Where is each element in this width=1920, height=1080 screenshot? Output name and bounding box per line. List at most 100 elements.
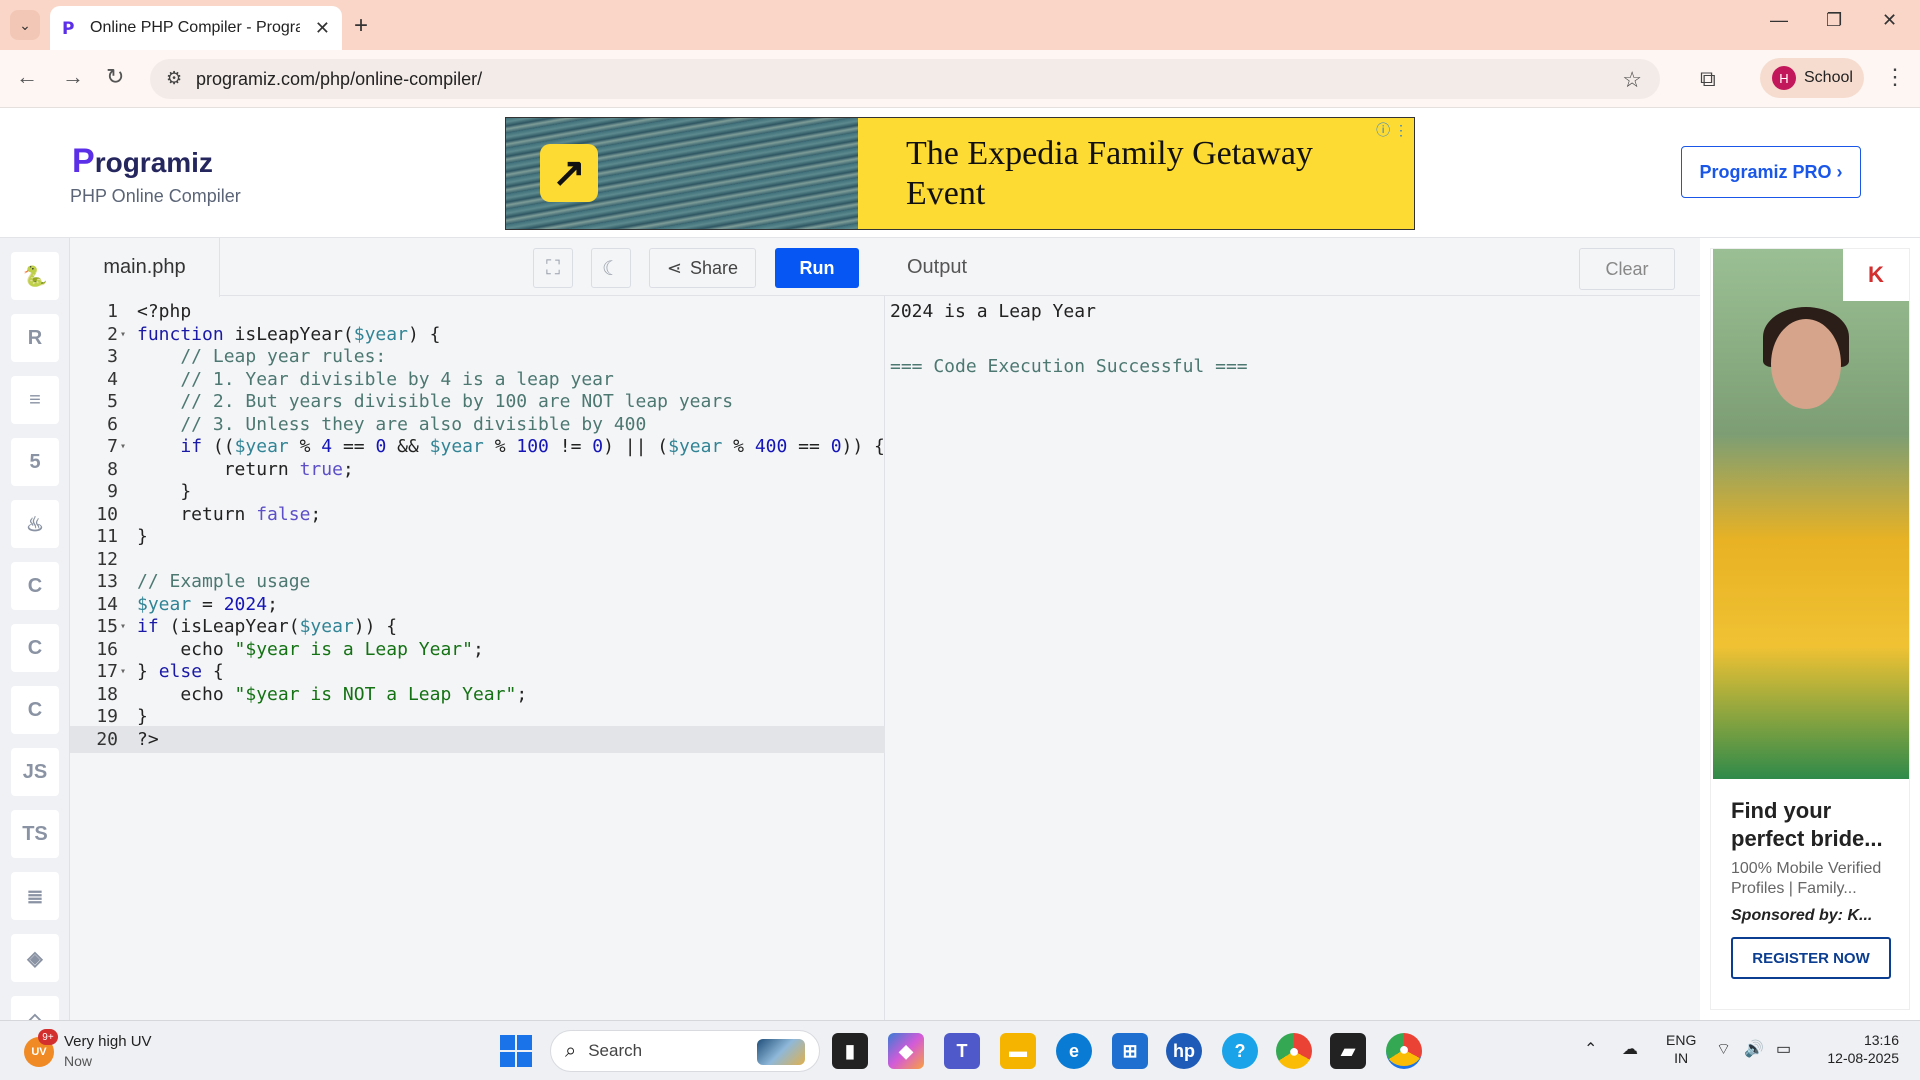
language-html-icon[interactable]: 5: [11, 438, 59, 486]
clock-time: 13:16: [1863, 1032, 1899, 1048]
site-info-icon[interactable]: ⚙: [166, 68, 182, 89]
language-csharp-icon[interactable]: C: [11, 686, 59, 734]
page-subtitle: PHP Online Compiler: [70, 186, 241, 206]
extensions-icon[interactable]: ⧉: [1700, 66, 1716, 92]
edge-icon[interactable]: e: [1056, 1033, 1092, 1069]
minimize-button[interactable]: —: [1770, 10, 1788, 31]
language-cpp-icon[interactable]: C: [11, 624, 59, 672]
search-label: Search: [588, 1041, 643, 1060]
side-ad-headline: Find your perfect bride...: [1731, 798, 1883, 851]
file-tab-main[interactable]: main.php: [70, 238, 220, 297]
battery-icon[interactable]: ▭: [1776, 1039, 1791, 1059]
register-now-button[interactable]: REGISTER NOW: [1731, 937, 1891, 979]
code-editor[interactable]: 1 <?php 2 ▾ function isLeapYear($year) {3 //…: [70, 296, 885, 1020]
language-sql-icon[interactable]: ≡: [11, 376, 59, 424]
language-c-icon[interactable]: C: [11, 562, 59, 610]
ad-photo: K: [1713, 249, 1909, 779]
search-icon: ⌕: [565, 1039, 577, 1062]
language-python-icon[interactable]: 🐍: [11, 252, 59, 300]
hp-icon[interactable]: hp: [1166, 1033, 1202, 1069]
ad-brand-logo: K: [1843, 249, 1909, 301]
output-title: Output: [907, 256, 968, 278]
ad-water-image: ↗: [506, 118, 858, 229]
side-ad-description: 100% Mobile Verified Profiles | Family..…: [1731, 860, 1882, 897]
windows-taskbar: UV 9+ Very high UV Now ⌕ Search ▮ ◆ T ▬ …: [0, 1020, 1920, 1080]
tab-title: Online PHP Compiler - Programiz: [90, 19, 300, 36]
copilot-icon[interactable]: ◆: [888, 1033, 924, 1069]
weather-title[interactable]: Very high UV: [64, 1033, 152, 1050]
browser-menu-icon[interactable]: ⋮: [1884, 64, 1906, 90]
language-more-icon[interactable]: ◇: [11, 996, 59, 1020]
dark-mode-icon[interactable]: ☾: [591, 248, 631, 288]
sticky-notes-icon[interactable]: ▰: [1330, 1033, 1366, 1069]
side-ad[interactable]: K Find your perfect bride... 100% Mobile…: [1710, 248, 1910, 1010]
weather-subtitle: Now: [64, 1053, 93, 1069]
programiz-logo[interactable]: Programiz: [72, 142, 213, 181]
chrome-profile-icon[interactable]: ●: [1386, 1033, 1422, 1069]
onedrive-icon[interactable]: ☁: [1622, 1039, 1638, 1059]
new-tab-button[interactable]: +: [354, 12, 368, 40]
profile-button[interactable]: H School: [1760, 58, 1864, 98]
fullscreen-icon[interactable]: ⛶: [533, 248, 573, 288]
ad-info-icon[interactable]: ⓘ ⋮: [1376, 120, 1408, 140]
programiz-pro-button[interactable]: Programiz PRO ›: [1681, 146, 1861, 198]
output-console: 2024 is a Leap Year === Code Execution S…: [890, 298, 1248, 381]
restore-button[interactable]: ❐: [1826, 10, 1842, 31]
output-result-line: 2024 is a Leap Year: [890, 301, 1096, 322]
code-text[interactable]: ?>: [137, 726, 159, 754]
system-clock[interactable]: 13:16 12-08-2025: [1815, 1031, 1899, 1067]
wifi-icon[interactable]: ⌔: [1716, 1039, 1731, 1059]
back-button[interactable]: ←: [16, 64, 38, 90]
chrome-icon[interactable]: ●: [1276, 1033, 1312, 1069]
share-button[interactable]: ⋖ Share: [649, 248, 756, 288]
close-window-button[interactable]: ✕: [1882, 10, 1897, 31]
language-r-icon[interactable]: R: [11, 314, 59, 362]
microsoft-store-icon[interactable]: ⊞: [1112, 1033, 1148, 1069]
ad-photo-face: [1771, 319, 1841, 409]
input-language[interactable]: ENG IN: [1666, 1031, 1696, 1067]
tray-overflow-icon[interactable]: ⌃: [1584, 1039, 1597, 1059]
volume-icon[interactable]: 🔊: [1744, 1039, 1764, 1059]
file-explorer-icon[interactable]: ▬: [1000, 1033, 1036, 1069]
close-tab-icon[interactable]: ✕: [315, 18, 330, 39]
language-js-icon[interactable]: JS: [11, 748, 59, 796]
ad-headline: The Expedia Family Getaway Event: [906, 135, 1313, 212]
teams-icon[interactable]: T: [944, 1033, 980, 1069]
region-code: IN: [1674, 1050, 1689, 1066]
profile-label: School: [1804, 69, 1853, 86]
site-header: Programiz PHP Online Compiler ↗ The Expe…: [0, 108, 1920, 238]
share-icon: ⋖: [666, 257, 683, 278]
task-view-icon[interactable]: ▮: [832, 1033, 868, 1069]
reload-button[interactable]: ↻: [106, 64, 124, 90]
language-swift-icon[interactable]: ◈: [11, 934, 59, 982]
language-ts-icon[interactable]: TS: [11, 810, 59, 858]
browser-tab[interactable]: P Online PHP Compiler - Programiz ✕: [50, 6, 342, 50]
tab-search-button[interactable]: ⌄: [10, 10, 40, 40]
language-go-icon[interactable]: ≣: [11, 872, 59, 920]
url-text[interactable]: programiz.com/php/online-compiler/: [196, 69, 482, 90]
help-icon[interactable]: ?: [1222, 1033, 1258, 1069]
top-ad-banner[interactable]: ↗ The Expedia Family Getaway Event ⓘ ⋮: [505, 117, 1415, 230]
output-status-line: === Code Execution Successful ===: [890, 356, 1248, 377]
forward-button[interactable]: →: [62, 64, 84, 90]
language-sidebar: 🐍R≡5♨CCCJSTS≣◈◇: [0, 238, 70, 1020]
avatar: H: [1772, 66, 1796, 90]
run-button[interactable]: Run: [775, 248, 859, 288]
taskbar-search[interactable]: ⌕ Search: [550, 1030, 820, 1072]
windows-start-icon[interactable]: [500, 1035, 532, 1067]
clear-button[interactable]: Clear: [1579, 248, 1675, 290]
search-highlight-image: [757, 1039, 805, 1065]
editor-pane: main.php ⛶ ☾ ⋖ Share Run 1 <?php 2 ▾ functio…: [70, 238, 885, 1020]
clock-date: 12-08-2025: [1827, 1050, 1899, 1066]
weather-badge: 9+: [38, 1029, 58, 1045]
bookmark-star-icon[interactable]: ☆: [1622, 67, 1642, 93]
omnibox[interactable]: ⚙ programiz.com/php/online-compiler/ ☆: [150, 59, 1660, 99]
language-java-icon[interactable]: ♨: [11, 500, 59, 548]
side-ad-sponsor: Sponsored by: K...: [1731, 907, 1873, 924]
ad-text-panel: The Expedia Family Getaway Event ⓘ ⋮: [858, 118, 1414, 229]
code-line[interactable]: 20 ?>: [70, 725, 885, 754]
output-pane: Output Clear 2024 is a Leap Year === Cod…: [885, 238, 1700, 1020]
line-number: 20: [96, 728, 118, 750]
expedia-arrow-icon: ↗: [540, 144, 598, 202]
browser-tabbar: ⌄ P Online PHP Compiler - Programiz ✕ + …: [0, 0, 1920, 50]
